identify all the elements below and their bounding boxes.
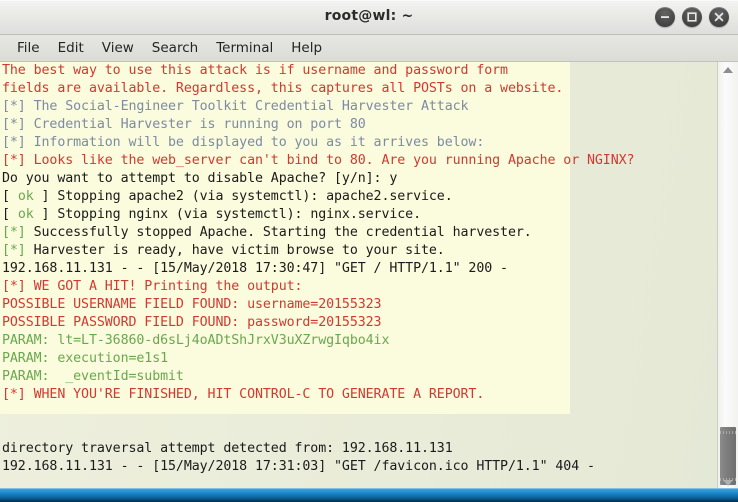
terminal-line: POSSIBLE PASSWORD FIELD FOUND: password=… <box>2 314 718 332</box>
window-controls <box>655 7 729 27</box>
terminal-span: PARAM: lt=LT-36860-d6sLj4oADtShJrxV3uXZr… <box>2 333 389 348</box>
terminal-output-area[interactable]: The best way to use this attack is if us… <box>0 62 738 490</box>
terminal-line: PARAM: lt=LT-36860-d6sLj4oADtShJrxV3uXZr… <box>2 332 718 350</box>
terminal-span: ] Stopping nginx (via systemctl): nginx.… <box>34 207 421 222</box>
terminal-line: [*] The Social-Engineer Toolkit Credenti… <box>2 98 718 116</box>
minimize-button[interactable] <box>655 7 675 27</box>
desktop-taskbar[interactable] <box>0 488 738 502</box>
terminal-span: POSSIBLE PASSWORD FIELD FOUND: password=… <box>2 315 381 330</box>
terminal-line: 192.168.11.131 - - [15/May/2018 17:30:47… <box>2 260 718 278</box>
terminal-span: ] Stopping apache2 (via systemctl): apac… <box>34 189 453 204</box>
terminal-span: [*] Information will be displayed to you… <box>2 135 484 150</box>
terminal-line: [*] Information will be displayed to you… <box>2 134 718 152</box>
terminal-span: [*] <box>2 243 26 258</box>
menu-edit[interactable]: Edit <box>49 38 93 58</box>
terminal-line: POSSIBLE USERNAME FIELD FOUND: username=… <box>2 296 718 314</box>
terminal-line: [*] WHEN YOU'RE FINISHED, HIT CONTROL-C … <box>2 386 718 404</box>
terminal-span: 192.168.11.131 - - [15/May/2018 17:30:47… <box>2 261 508 276</box>
terminal-span: [*] Credential Harvester is running on p… <box>2 117 366 132</box>
menu-search[interactable]: Search <box>143 38 207 58</box>
terminal-line: 192.168.11.131 - - [15/May/2018 17:31:03… <box>2 458 718 476</box>
terminal-line: [*] Looks like the web_server can't bind… <box>2 152 718 170</box>
terminal-line <box>2 422 718 440</box>
terminal-span: [*] <box>2 225 26 240</box>
terminal-line: [ ok ] Stopping nginx (via systemctl): n… <box>2 206 718 224</box>
terminal-line: Do you want to attempt to disable Apache… <box>2 170 718 188</box>
terminal-line: PARAM: execution=e1s1 <box>2 350 718 368</box>
terminal-line: fields are available. Regardless, this c… <box>2 80 718 98</box>
window-titlebar[interactable]: root@wl: ~ <box>0 0 738 35</box>
terminal-span: [*] WHEN YOU'RE FINISHED, HIT CONTROL-C … <box>2 387 484 402</box>
terminal-span: [*] Looks like the web_server can't bind… <box>2 153 634 168</box>
terminal-line: [*] WE GOT A HIT! Printing the output: <box>2 278 718 296</box>
terminal-line: directory traversal attempt detected fro… <box>2 440 718 458</box>
window-title: root@wl: ~ <box>0 8 738 24</box>
terminal-span: fields are available. Regardless, this c… <box>2 81 563 96</box>
terminal-span: PARAM: _eventId=submit <box>2 369 184 384</box>
menu-terminal[interactable]: Terminal <box>207 38 282 58</box>
terminal-span: [ <box>2 207 18 222</box>
terminal-span: Do you want to attempt to disable Apache… <box>2 171 397 186</box>
terminal-span: [*] WE GOT A HIT! Printing the output: <box>2 279 302 294</box>
terminal-line: PARAM: _eventId=submit <box>2 368 718 386</box>
menu-file[interactable]: File <box>8 38 49 58</box>
terminal-span: 192.168.11.131 - - [15/May/2018 17:31:03… <box>2 459 595 474</box>
terminal-span: directory traversal attempt detected fro… <box>2 441 453 456</box>
terminal-line: The best way to use this attack is if us… <box>2 62 718 80</box>
close-button[interactable] <box>709 7 729 27</box>
menu-view[interactable]: View <box>93 38 143 58</box>
terminal-line: [*] Credential Harvester is running on p… <box>2 116 718 134</box>
terminal-span: PARAM: execution=e1s1 <box>2 351 168 366</box>
terminal-span: [ <box>2 189 18 204</box>
terminal-line: [*] Successfully stopped Apache. Startin… <box>2 224 718 242</box>
terminal-span: ok <box>18 189 34 204</box>
terminal-span: Successfully stopped Apache. Starting th… <box>26 225 532 240</box>
terminal-line: [ ok ] Stopping apache2 (via systemctl):… <box>2 188 718 206</box>
terminal-text: The best way to use this attack is if us… <box>2 62 718 476</box>
terminal-line: [*] Harvester is ready, have victim brow… <box>2 242 718 260</box>
terminal-span: Harvester is ready, have victim browse t… <box>26 243 445 258</box>
terminal-span: [*] The Social-Engineer Toolkit Credenti… <box>2 99 468 114</box>
menu-bar: File Edit View Search Terminal Help <box>0 35 738 62</box>
terminal-scrollbar[interactable] <box>717 62 738 490</box>
terminal-span: ok <box>18 207 34 222</box>
terminal-span: The best way to use this attack is if us… <box>2 63 508 78</box>
scroll-up-icon[interactable] <box>718 62 738 77</box>
terminal-window: root@wl: ~ File Edit View Search T <box>0 0 738 488</box>
terminal-span: POSSIBLE USERNAME FIELD FOUND: username=… <box>2 297 381 312</box>
maximize-button[interactable] <box>682 7 702 27</box>
menu-help[interactable]: Help <box>282 38 331 58</box>
terminal-line <box>2 404 718 422</box>
